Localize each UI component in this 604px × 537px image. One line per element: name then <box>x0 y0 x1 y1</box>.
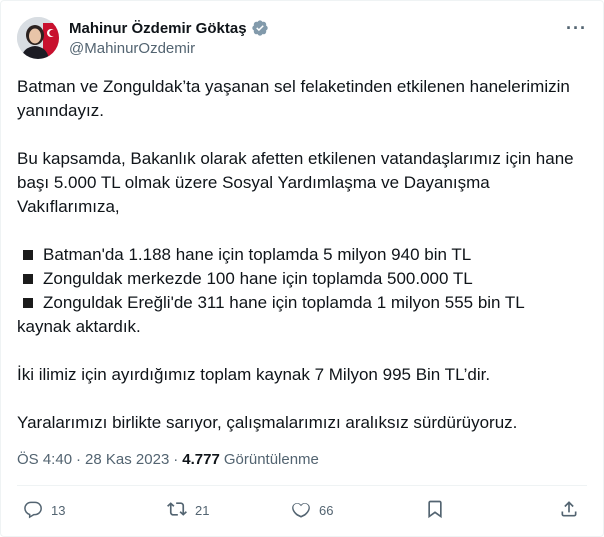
bookmark-button[interactable] <box>425 499 445 522</box>
views-count: 4.777 <box>182 451 220 468</box>
share-button[interactable] <box>559 499 579 522</box>
bullet-list-tail: kaynak aktardık. <box>17 317 141 336</box>
bullet-square-icon <box>23 249 33 260</box>
like-count: 66 <box>319 503 334 518</box>
tweet-bullet-list: Batman'da 1.188 hane için toplamda 5 mil… <box>17 243 589 339</box>
tweet-meta: ÖS 4:40 · 28 Kas 2023 · 4.777 Görüntülen… <box>17 451 319 468</box>
retweet-icon <box>167 499 187 522</box>
tweet-paragraph-2: Bu kapsamda, Bakanlık olarak afetten etk… <box>17 149 574 216</box>
tweet-actions: 13 21 66 <box>17 499 587 525</box>
tweet-paragraph-4: Yaralarımızı birlikte sarıyor, çalışmala… <box>17 413 518 432</box>
views-label: Görüntülenme <box>223 451 319 468</box>
author-names: Mahinur Özdemir Göktaş @MahinurOzdemir <box>69 19 269 57</box>
tweet-paragraph-1: Batman ve Zonguldak’ta yaşanan sel felak… <box>17 77 570 120</box>
retweet-count: 21 <box>195 503 210 518</box>
bullet-square-icon <box>23 273 33 284</box>
bullet-square-icon <box>23 297 33 308</box>
tweet-card: Mahinur Özdemir Göktaş @MahinurOzdemir ·… <box>0 0 604 537</box>
like-button[interactable]: 66 <box>291 499 333 522</box>
author-handle[interactable]: @MahinurOzdemir <box>69 40 269 57</box>
tweet-paragraph-3: İki ilimiz için ayırdığımız toplam kayna… <box>17 365 491 384</box>
reply-button[interactable]: 13 <box>23 499 65 522</box>
tweet-header: Mahinur Özdemir Göktaş @MahinurOzdemir ·… <box>17 15 587 65</box>
divider <box>17 485 587 486</box>
reply-count: 13 <box>51 503 66 518</box>
author-display-name[interactable]: Mahinur Özdemir Göktaş <box>69 20 247 37</box>
list-item: Zonguldak Ereğli'de 311 hane için toplam… <box>17 291 589 315</box>
meta-separator: · <box>173 451 179 468</box>
avatar[interactable] <box>17 17 59 59</box>
tweet-date[interactable]: 28 Kas 2023 <box>85 451 169 468</box>
share-icon <box>559 499 579 522</box>
list-item: Zonguldak merkezde 100 hane için toplamd… <box>17 267 589 291</box>
verified-badge-icon <box>251 19 269 37</box>
tweet-text: Batman ve Zonguldak’ta yaşanan sel felak… <box>17 75 589 459</box>
tweet-time[interactable]: ÖS 4:40 <box>17 451 72 468</box>
more-icon[interactable]: ··· <box>566 19 587 37</box>
retweet-button[interactable]: 21 <box>167 499 209 522</box>
reply-icon <box>23 499 43 522</box>
meta-separator: · <box>76 451 82 468</box>
like-icon <box>291 499 311 522</box>
bookmark-icon <box>425 499 445 522</box>
list-item: Batman'da 1.188 hane için toplamda 5 mil… <box>17 243 589 267</box>
